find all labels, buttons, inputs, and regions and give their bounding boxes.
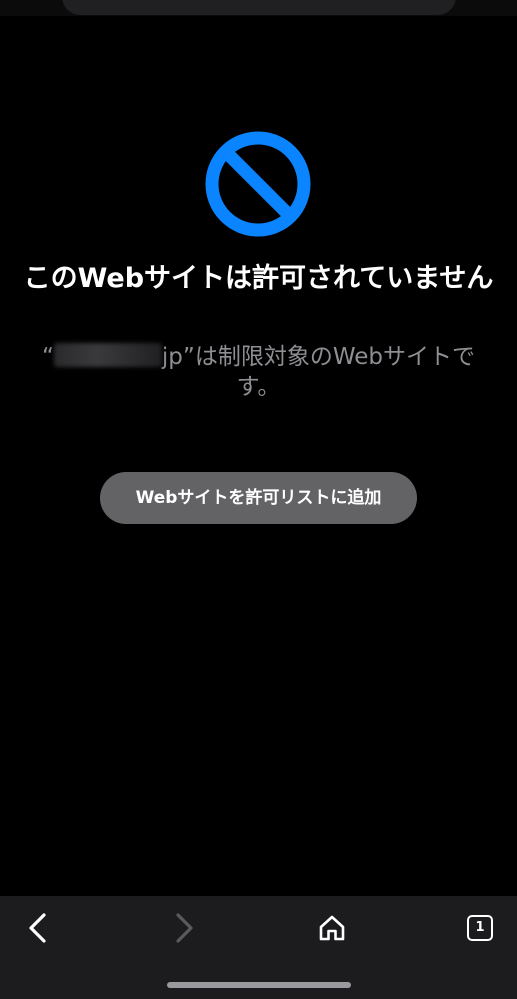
- chevron-left-icon: [29, 913, 46, 943]
- description-text: jp”は制限対象のWebサイトです。: [161, 344, 475, 400]
- tabs-icon: 1: [467, 915, 493, 941]
- home-indicator: [167, 982, 351, 988]
- description-prefix: “: [42, 344, 54, 370]
- back-button[interactable]: [16, 906, 60, 950]
- chevron-right-icon: [176, 913, 193, 943]
- forward-button[interactable]: [162, 906, 206, 950]
- home-button[interactable]: [310, 906, 354, 950]
- address-bar[interactable]: [62, 0, 456, 15]
- blocked-description: “ jp”は制限対象のWebサイトです。: [35, 342, 482, 402]
- add-to-allow-list-button[interactable]: Webサイトを許可リストに追加: [100, 472, 417, 524]
- blocked-website-page: このWebサイトは許可されていません “ jp”は制限対象のWebサイトです。 W…: [0, 0, 517, 999]
- top-bar: [0, 0, 517, 16]
- page-title: このWebサイトは許可されていません: [23, 263, 494, 294]
- prohibited-icon: [205, 131, 311, 237]
- tabs-button[interactable]: 1: [458, 906, 502, 950]
- redacted-domain: [53, 343, 162, 367]
- home-icon: [319, 915, 345, 941]
